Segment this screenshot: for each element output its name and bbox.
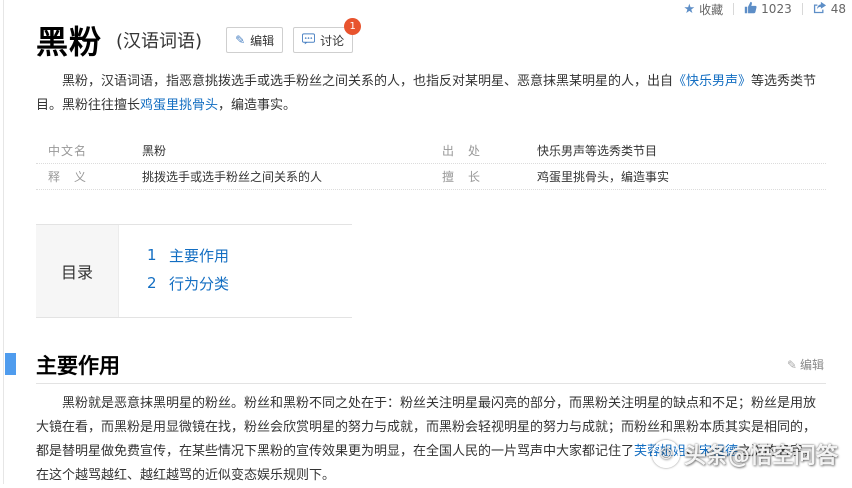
discuss-count-badge: 1 <box>344 18 362 35</box>
discuss-label: 讨论 <box>320 33 345 48</box>
watermark-text: 头条@悟空问答 <box>683 444 838 469</box>
summary-link-kuaile-nansheng[interactable]: 《快乐男声》 <box>673 74 751 89</box>
section-edit-label: 编辑 <box>799 358 824 372</box>
info-key: 擅 长 <box>442 170 482 184</box>
share-count: 48 <box>830 2 846 16</box>
title-row: 黑粉 (汉语词语) ✎ 编辑 讨论 1 <box>36 18 362 62</box>
pencil-icon: ✎ <box>235 33 246 47</box>
toc-item-number: 2 <box>147 274 157 292</box>
section-header: 主要作用 ✎ 编辑 <box>0 350 830 384</box>
star-icon: ★ <box>683 1 696 17</box>
info-row: 中文名 黑粉 出 处 快乐男声等选秀类节目 <box>36 138 826 164</box>
toc-item-main-function[interactable]: 1 主要作用 <box>147 241 229 269</box>
baike-entry-page: ★ 收藏 1023 48 黑粉 (汉语词语) ✎ 编辑 讨论 1 黑粉，汉语词语… <box>0 0 852 484</box>
section-marker <box>5 353 16 375</box>
entry-summary: 黑粉，汉语词语，指恶意挑拨选手或选手粉丝之间关系的人，也指反对某明星、恶意抹黑某… <box>36 70 826 118</box>
toc-item-label: 主要作用 <box>169 246 230 265</box>
divider <box>733 3 735 15</box>
info-key: 出 处 <box>442 144 482 158</box>
top-toolbar: ★ 收藏 1023 48 <box>674 0 846 18</box>
watermark-logo-icon: ☺ <box>651 440 680 468</box>
info-row: 释 义 挑拨选手或选手粉丝之间关系的人 擅 长 鸡蛋里挑骨头，编造事实 <box>36 164 826 190</box>
info-value: 快乐男声等选秀类节目 <box>537 144 658 158</box>
summary-text-3: ，编造事实。 <box>218 98 297 113</box>
page-title: 黑粉 <box>36 23 103 61</box>
summary-link-jidan[interactable]: 鸡蛋里挑骨头 <box>140 98 218 113</box>
watermark: ☺ 头条@悟空问答 <box>651 438 838 470</box>
summary-text-1: 黑粉，汉语词语，指恶意挑拨选手或选手粉丝之间关系的人，也指反对某明星、恶意抹黑某… <box>62 74 674 89</box>
pencil-icon: ✎ <box>786 358 797 372</box>
info-key: 中文名 <box>48 144 88 158</box>
info-value: 黑粉 <box>142 144 167 158</box>
section-title: 主要作用 <box>36 354 120 378</box>
left-border <box>3 0 4 484</box>
info-value: 鸡蛋里挑骨头，编造事实 <box>537 170 670 184</box>
basic-info-table: 中文名 黑粉 出 处 快乐男声等选秀类节目 释 义 挑拨选手或选手粉丝之间关系的… <box>36 138 826 190</box>
divider <box>801 3 803 15</box>
collect-button[interactable]: ★ 收藏 <box>684 1 724 18</box>
edit-label: 编辑 <box>250 33 275 48</box>
toc-item-label: 行为分类 <box>169 274 230 293</box>
info-value: 挑拨选手或选手粉丝之间关系的人 <box>142 170 323 184</box>
toc-title: 目录 <box>36 225 119 317</box>
section-edit-button[interactable]: ✎ 编辑 <box>787 356 824 373</box>
share-button[interactable]: 48 <box>813 1 846 17</box>
chat-icon <box>302 32 316 48</box>
table-of-contents: 目录 1 主要作用 2 行为分类 <box>36 224 352 318</box>
thumbs-up-icon <box>744 1 757 17</box>
info-key: 释 义 <box>48 170 88 184</box>
toc-item-behavior-types[interactable]: 2 行为分类 <box>147 269 229 297</box>
like-button[interactable]: 1023 <box>744 1 792 17</box>
collect-label: 收藏 <box>699 2 724 17</box>
edit-button[interactable]: ✎ 编辑 <box>226 27 284 53</box>
like-count: 1023 <box>761 2 792 16</box>
toc-item-number: 1 <box>147 246 157 264</box>
section-divider <box>36 383 826 384</box>
discuss-button[interactable]: 讨论 1 <box>293 18 362 53</box>
toc-list: 1 主要作用 2 行为分类 <box>119 225 229 317</box>
share-icon <box>813 1 827 17</box>
page-subtitle: (汉语词语) <box>116 31 203 52</box>
